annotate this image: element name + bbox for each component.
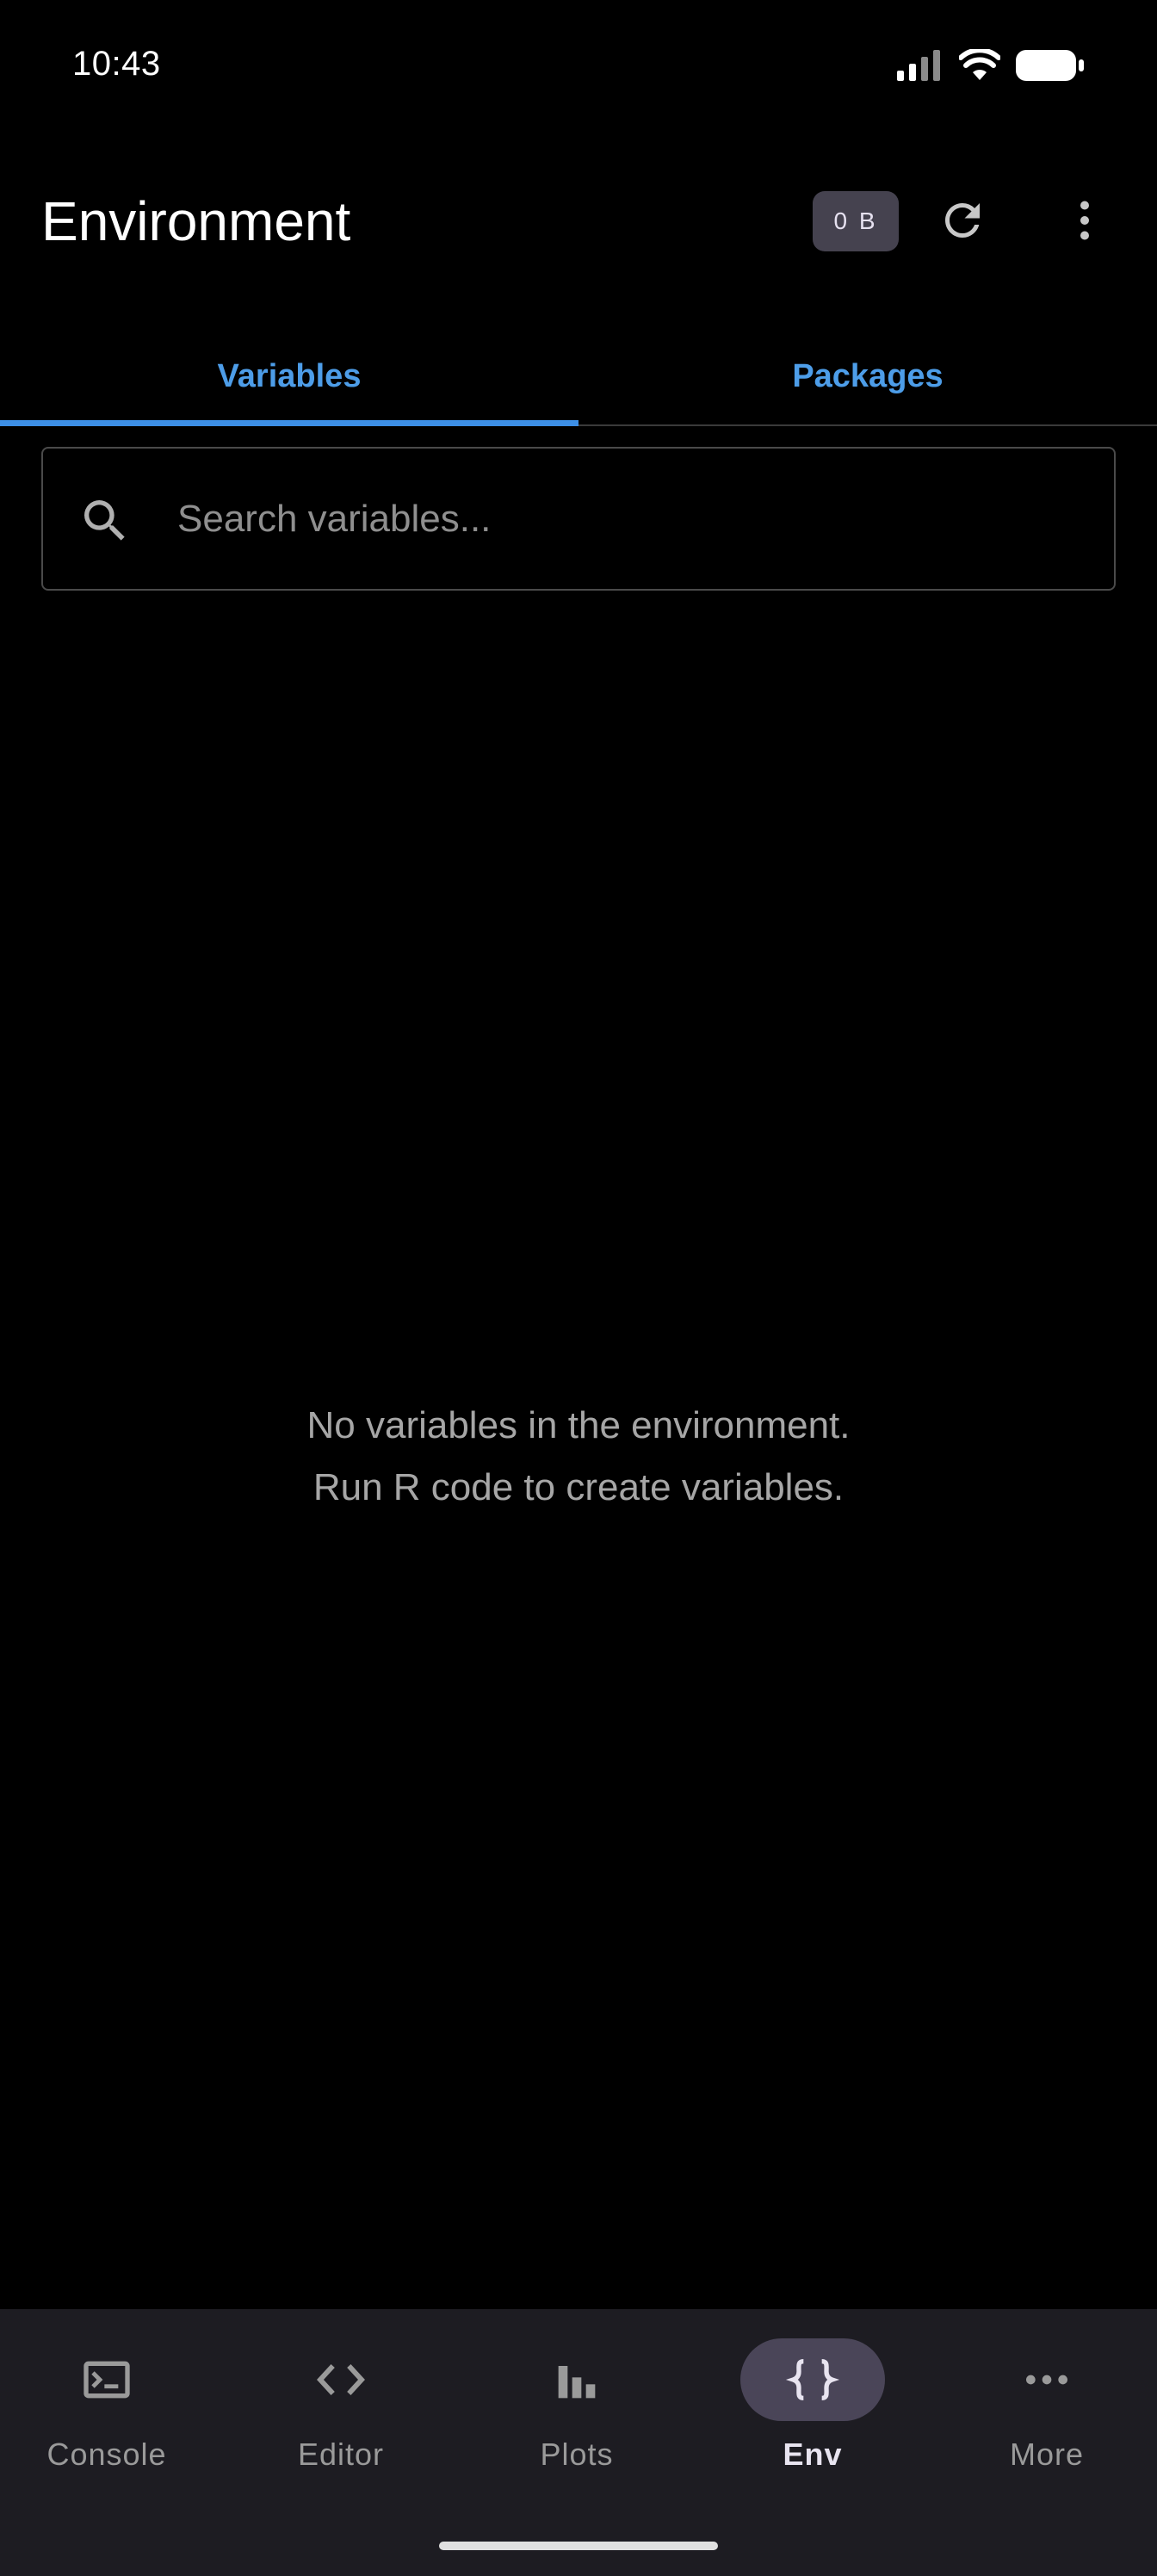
nav-label: Plots xyxy=(540,2437,614,2472)
terminal-icon xyxy=(84,2361,130,2399)
search-box xyxy=(41,447,1116,591)
tab-bar: Variables Packages xyxy=(0,327,1157,426)
status-icons xyxy=(897,48,1085,83)
status-bar: 10:43 xyxy=(0,0,1157,138)
nav-label: Editor xyxy=(297,2437,385,2472)
active-indicator-pill xyxy=(740,2338,885,2421)
tab-indicator xyxy=(0,420,578,426)
wifi-icon xyxy=(959,49,1000,80)
status-time: 10:43 xyxy=(72,45,161,83)
refresh-button[interactable] xyxy=(928,186,997,255)
overflow-menu-button[interactable] xyxy=(1050,186,1119,255)
search-input[interactable] xyxy=(176,449,1088,589)
more-horizontal-icon xyxy=(1026,2375,1067,2385)
nav-label: Env xyxy=(783,2437,843,2472)
empty-state-message: No variables in the environment. xyxy=(306,1404,851,1446)
refresh-icon xyxy=(945,203,980,238)
nav-more[interactable]: More xyxy=(931,2338,1157,2493)
nav-console[interactable]: Console xyxy=(0,2338,222,2493)
empty-state-hint: Run R code to create variables. xyxy=(312,1466,845,1508)
more-vertical-icon xyxy=(1080,201,1089,240)
search-icon xyxy=(84,500,125,541)
bar-chart-icon xyxy=(558,2366,596,2399)
app-header: Environment 0 B xyxy=(0,164,1157,276)
signal-icon xyxy=(897,50,940,81)
nav-label: More xyxy=(1009,2437,1085,2472)
memory-badge[interactable]: 0 B xyxy=(813,191,899,251)
tab-packages[interactable]: Packages xyxy=(578,327,1157,426)
tab-variables[interactable]: Variables xyxy=(0,327,578,426)
nav-editor[interactable]: Editor xyxy=(226,2338,456,2493)
braces-icon xyxy=(785,2359,840,2400)
nav-env[interactable]: Env xyxy=(697,2338,928,2493)
home-indicator[interactable] xyxy=(439,2542,718,2550)
page-title: Environment xyxy=(41,190,351,252)
battery-icon xyxy=(1016,50,1084,81)
nav-label: Console xyxy=(46,2437,167,2472)
nav-plots[interactable]: Plots xyxy=(461,2338,692,2493)
code-icon xyxy=(317,2364,365,2395)
empty-state: No variables in the environment. Run R c… xyxy=(0,1395,1157,1519)
bottom-navigation: Console Editor Plots Env More xyxy=(0,2309,1157,2576)
